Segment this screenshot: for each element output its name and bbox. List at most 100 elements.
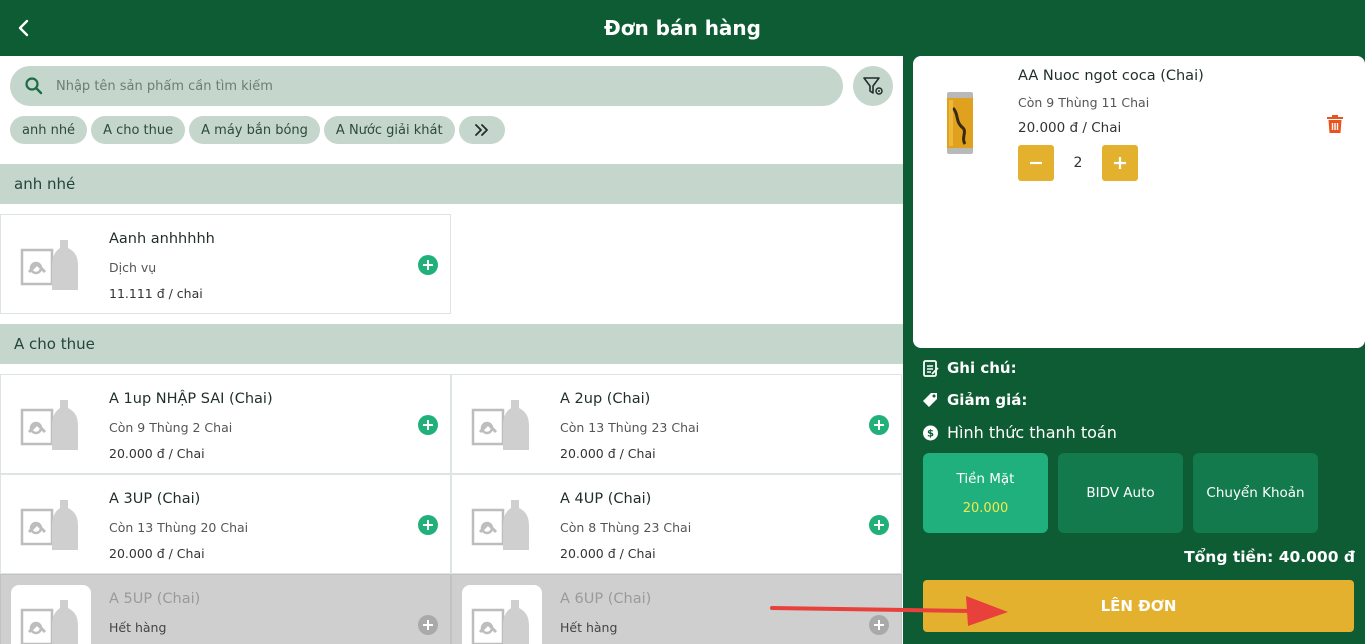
product-placeholder-icon — [20, 400, 78, 450]
quantity-value[interactable]: 2 — [1054, 145, 1102, 181]
product-placeholder-image — [11, 485, 91, 565]
product-price: 20.000 đ / Chai — [109, 546, 205, 561]
product-card[interactable]: A 1up NHẬP SAI (Chai) Còn 9 Thùng 2 Chai… — [0, 374, 451, 474]
product-placeholder-image — [11, 225, 91, 305]
cart-item-name: AA Nuoc ngot coca (Chai) — [1018, 68, 1204, 84]
submit-order-button[interactable]: LÊN ĐƠN — [923, 580, 1354, 632]
product-name: A 3UP (Chai) — [109, 491, 201, 507]
chip-category[interactable]: A Nước giải khát — [323, 116, 455, 144]
add-to-cart-button[interactable] — [418, 255, 438, 275]
cart-item-price: 20.000 đ / Chai — [1018, 120, 1122, 136]
plus-icon — [874, 620, 884, 630]
discount-label: Giảm giá: — [947, 391, 1028, 409]
add-to-cart-button[interactable] — [418, 415, 438, 435]
search-box — [10, 66, 843, 106]
product-name: A 5UP (Chai) — [109, 591, 201, 607]
plus-icon — [874, 420, 884, 430]
payment-bidv-button[interactable]: BIDV Auto — [1058, 453, 1183, 533]
page-title: Đơn bán hàng — [603, 16, 761, 40]
payment-amount: 20.000 — [962, 500, 1009, 516]
note-row[interactable]: Ghi chú: — [922, 359, 1017, 377]
add-to-cart-button[interactable] — [418, 615, 438, 635]
product-card[interactable]: Aanh anhhhhh Dịch vụ 11.111 đ / chai — [0, 214, 451, 314]
cart-panel: AA Nuoc ngot coca (Chai) Còn 9 Thùng 11 … — [913, 56, 1365, 348]
product-name: A 1up NHẬP SAI (Chai) — [109, 391, 273, 407]
minus-icon — [1030, 161, 1042, 165]
chip-category[interactable]: A máy bắn bóng — [189, 116, 320, 144]
note-label: Ghi chú: — [947, 359, 1017, 377]
plus-icon — [423, 620, 433, 630]
chip-category[interactable]: anh nhé — [10, 116, 88, 144]
product-placeholder-icon — [471, 400, 529, 450]
trash-icon — [1327, 115, 1343, 133]
price-tag-icon — [923, 393, 937, 407]
product-placeholder-icon — [471, 600, 529, 644]
product-card[interactable]: A 4UP (Chai) Còn 8 Thùng 23 Chai 20.000 … — [451, 474, 902, 574]
payment-method-label: Hình thức thanh toán — [947, 423, 1117, 442]
soda-can-icon — [947, 92, 973, 154]
decrease-qty-button[interactable] — [1018, 145, 1054, 181]
submit-order-label: LÊN ĐƠN — [1100, 597, 1177, 615]
double-chevron-right-icon — [474, 124, 488, 136]
product-name: A 2up (Chai) — [560, 391, 651, 407]
svg-text:$: $ — [927, 428, 934, 439]
product-panel: anh nhé A cho thue A máy bắn bóng A Nước… — [0, 56, 903, 644]
category-header: A cho thue — [0, 324, 903, 364]
product-stock: Còn 13 Thùng 23 Chai — [560, 420, 700, 435]
increase-qty-button[interactable] — [1102, 145, 1138, 181]
search-icon — [25, 77, 43, 95]
product-name: A 6UP (Chai) — [560, 591, 652, 607]
product-stock: Còn 8 Thùng 23 Chai — [560, 520, 692, 535]
product-price: 20.000 đ / Chai — [560, 546, 656, 561]
product-price: 11.111 đ / chai — [109, 286, 203, 301]
product-placeholder-icon — [20, 600, 78, 644]
product-placeholder-image — [462, 585, 542, 644]
product-placeholder-icon — [20, 240, 78, 290]
discount-row[interactable]: Giảm giá: — [922, 391, 1027, 409]
filter-button[interactable] — [853, 66, 893, 106]
product-card[interactable]: A 2up (Chai) Còn 13 Thùng 23 Chai 20.000… — [451, 374, 902, 474]
product-stock: Còn 13 Thùng 20 Chai — [109, 520, 249, 535]
payment-method-name: Chuyển Khoản — [1206, 485, 1305, 501]
plus-icon — [423, 420, 433, 430]
plus-icon — [423, 260, 433, 270]
remove-item-button[interactable] — [1323, 112, 1347, 136]
search-input[interactable] — [56, 66, 826, 106]
product-card[interactable]: A 3UP (Chai) Còn 13 Thùng 20 Chai 20.000… — [0, 474, 451, 574]
add-to-cart-button[interactable] — [869, 515, 889, 535]
product-price: 20.000 đ / Chai — [109, 446, 205, 461]
add-to-cart-button[interactable] — [418, 515, 438, 535]
cart-item-image — [925, 78, 995, 168]
money-icon: $ — [923, 425, 938, 440]
product-placeholder-image — [462, 485, 542, 565]
payment-cash-button[interactable]: Tiền Mặt 20.000 — [923, 453, 1048, 533]
more-chips-button[interactable] — [458, 116, 505, 144]
product-stock: Còn 9 Thùng 2 Chai — [109, 420, 233, 435]
plus-icon — [423, 520, 433, 530]
header-bar: Đơn bán hàng — [0, 0, 1365, 56]
product-card-out-of-stock[interactable]: A 5UP (Chai) Hết hàng — [0, 574, 451, 644]
product-stock: Dịch vụ — [109, 260, 157, 275]
product-name: A 4UP (Chai) — [560, 491, 652, 507]
add-to-cart-button[interactable] — [869, 415, 889, 435]
plus-icon — [874, 520, 884, 530]
add-to-cart-button[interactable] — [869, 615, 889, 635]
chip-category[interactable]: A cho thue — [91, 116, 186, 144]
product-placeholder-icon — [20, 500, 78, 550]
product-placeholder-icon — [471, 500, 529, 550]
plus-icon — [1114, 157, 1126, 169]
payment-method-name: Tiền Mặt — [956, 470, 1015, 487]
note-icon — [923, 360, 939, 377]
order-total: Tổng tiền: 40.000 đ — [1184, 548, 1355, 566]
payment-method-name: BIDV Auto — [1086, 485, 1155, 501]
product-placeholder-image — [462, 385, 542, 465]
product-stock: Hết hàng — [109, 620, 167, 635]
payment-transfer-button[interactable]: Chuyển Khoản — [1193, 453, 1318, 533]
filter-settings-icon — [863, 77, 883, 95]
product-stock: Hết hàng — [560, 620, 618, 635]
product-name: Aanh anhhhhh — [109, 231, 215, 247]
product-placeholder-image — [11, 385, 91, 465]
product-placeholder-image — [11, 585, 91, 644]
product-card-out-of-stock[interactable]: A 6UP (Chai) Hết hàng — [451, 574, 902, 644]
payment-method-row: $ Hình thức thanh toán — [922, 423, 1117, 442]
